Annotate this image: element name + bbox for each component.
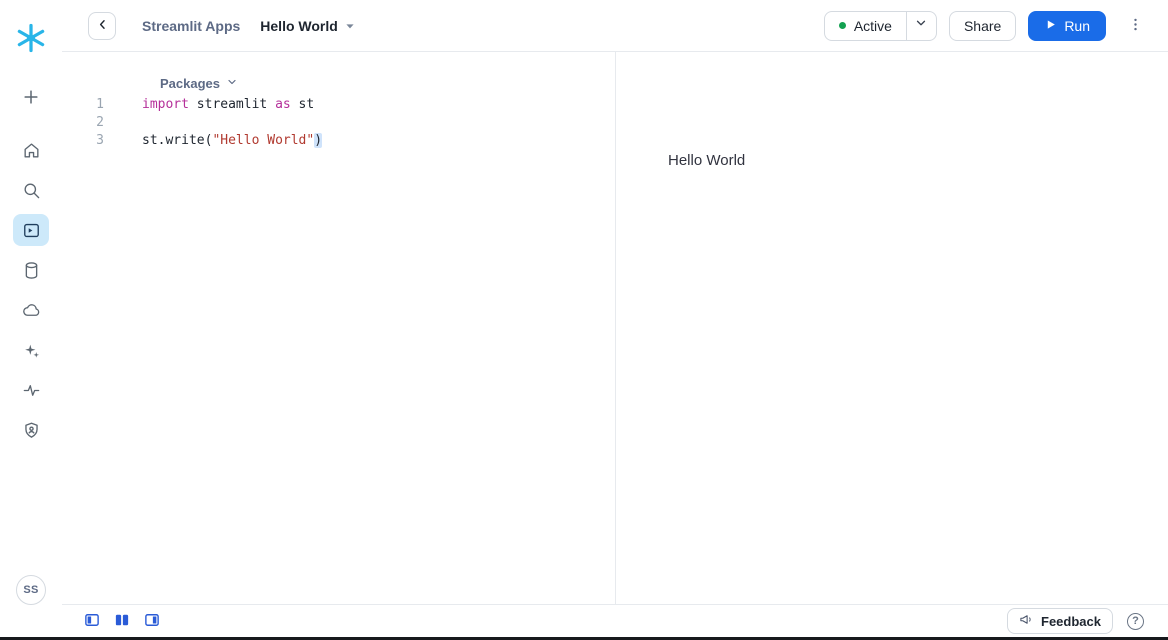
status-selector[interactable]: Active [825,12,906,40]
title-caret-icon [345,22,355,30]
line-number: 1 [62,96,104,114]
terminal-icon [22,221,41,240]
breadcrumb[interactable]: Streamlit Apps [142,18,240,34]
code-line[interactable]: 2 [62,114,615,132]
snowflake-logo-icon [16,23,46,58]
status-dropdown: Active [824,11,937,41]
statusbar: Feedback ? [62,604,1168,637]
sparkles-icon [22,341,41,360]
status-chevron-button[interactable] [906,12,936,40]
layout-preview-only-button[interactable] [144,613,160,629]
sidebar-nav [13,81,49,446]
play-icon [1044,18,1057,34]
header-actions: Active Share Run [824,11,1148,41]
code-editor-pane: Packages 1import streamlit as st23st.wri… [62,52,616,604]
header: Streamlit Apps Hello World Active [62,0,1168,52]
snowflake-logo[interactable] [15,24,47,56]
sidebar-item-projects[interactable] [13,214,49,246]
layout-split-button[interactable] [114,613,130,629]
avatar-initials: SS [23,584,38,596]
activity-icon [22,381,41,400]
back-button[interactable] [88,12,116,40]
layout-toggle-group [84,613,160,629]
code-editor[interactable]: 1import streamlit as st23st.write("Hello… [62,96,615,150]
app-preview-pane: Hello World [617,52,1168,604]
search-icon [22,181,41,200]
chevron-down-icon [226,76,238,91]
code-text: import streamlit as st [104,96,314,114]
sidebar-item-data[interactable] [13,254,49,286]
cloud-icon [22,301,41,320]
home-icon [22,141,41,160]
feedback-button[interactable]: Feedback [1007,608,1113,634]
code-text [104,114,142,132]
panel-right-icon [145,613,159,630]
kebab-menu-icon [1127,16,1144,36]
app-output-text: Hello World [668,152,745,169]
user-avatar[interactable]: SS [16,575,46,605]
sidebar-item-activity[interactable] [13,374,49,406]
app-window: SS Streamlit Apps Hello World Active [0,0,1168,640]
sidebar-item-compute[interactable] [13,294,49,326]
packages-dropdown[interactable]: Packages [160,76,238,91]
run-label: Run [1064,18,1090,34]
sidebar: SS [0,0,62,640]
page-title: Hello World [260,18,338,34]
chevron-left-icon [95,17,110,35]
sidebar-item-admin[interactable] [13,414,49,446]
panel-left-icon [85,613,99,630]
panel-split-icon [115,613,129,630]
plus-icon [21,87,41,107]
editor-toolbar: Packages [62,52,615,96]
packages-label: Packages [160,76,220,91]
share-label: Share [964,18,1001,34]
megaphone-icon [1019,612,1034,630]
run-button[interactable]: Run [1028,11,1106,41]
code-line[interactable]: 1import streamlit as st [62,96,615,114]
more-options-button[interactable] [1122,12,1148,40]
code-line[interactable]: 3st.write("Hello World") [62,132,615,150]
app-title-dropdown[interactable]: Hello World [260,18,355,34]
status-dot-icon [839,22,846,29]
help-button[interactable]: ? [1127,613,1144,630]
line-number: 2 [62,114,104,132]
statusbar-right: Feedback ? [1007,608,1144,634]
sidebar-item-home[interactable] [13,134,49,166]
shield-icon [22,421,41,440]
chevron-down-icon [914,16,928,35]
feedback-label: Feedback [1041,614,1101,629]
sidebar-item-ai-ml[interactable] [13,334,49,366]
line-number: 3 [62,132,104,150]
code-text: st.write("Hello World") [104,132,322,150]
sidebar-item-new[interactable] [13,81,49,113]
database-icon [22,261,41,280]
share-button[interactable]: Share [949,11,1016,41]
sidebar-item-search[interactable] [13,174,49,206]
layout-editor-only-button[interactable] [84,613,100,629]
status-label: Active [854,18,892,34]
